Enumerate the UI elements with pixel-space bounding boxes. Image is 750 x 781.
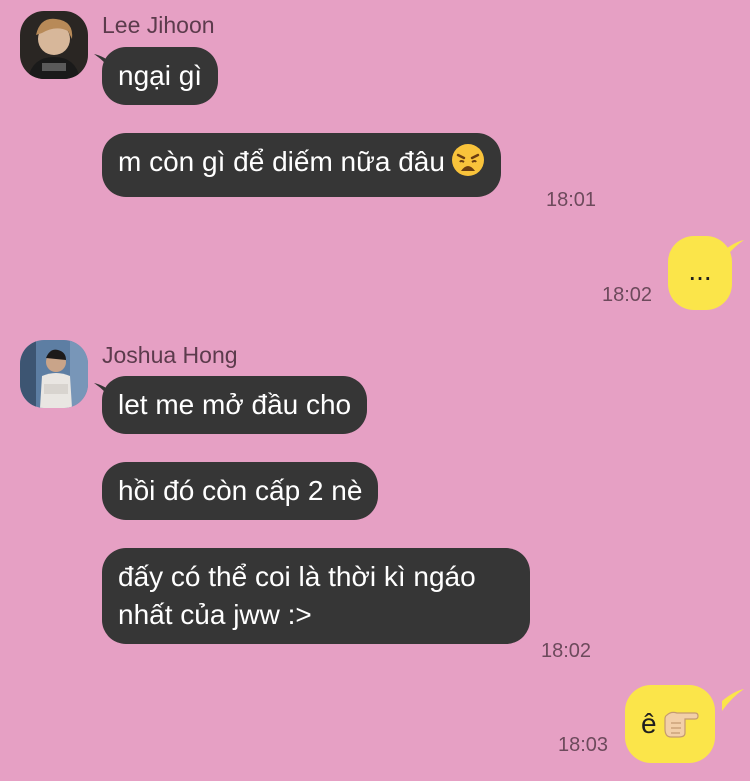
timestamp: 18:02 [602, 284, 653, 306]
avatar-image [20, 11, 88, 79]
bubble-tail-outgoing [722, 240, 744, 262]
message-text: ngại gì [118, 60, 203, 91]
pointing-hand-icon [663, 705, 699, 749]
message-text: let me mở đầu cho [118, 389, 352, 420]
bubble-tail [94, 383, 116, 405]
message-bubble[interactable]: let me mở đầu cho [102, 376, 368, 434]
message-text: m còn gì để diếm nữa đâu [118, 146, 445, 177]
message-bubble[interactable]: m còn gì để diếm nữa đâu [102, 133, 501, 197]
sender-name: Joshua Hong [102, 342, 238, 368]
avatar-joshua-hong[interactable] [20, 340, 88, 408]
message-bubble[interactable]: hồi đó còn cấp 2 nè [102, 462, 379, 520]
message-text: đấy có thể coi là thời kì ngáo nhất của … [118, 561, 476, 630]
message-text: ... [688, 255, 712, 286]
weary-face-icon [451, 143, 485, 187]
bubble-tail-outgoing [722, 689, 744, 711]
timestamp: 18:03 [558, 734, 609, 756]
message-text: ê [641, 708, 657, 739]
message-bubble-outgoing[interactable]: ê [625, 685, 715, 763]
bubble-tail [94, 54, 116, 76]
sender-name: Lee Jihoon [102, 12, 215, 38]
message-bubble[interactable]: đấy có thể coi là thời kì ngáo nhất của … [102, 548, 530, 644]
avatar-lee-jihoon[interactable] [20, 11, 88, 79]
message-text: hồi đó còn cấp 2 nè [118, 475, 363, 506]
timestamp: 18:02 [541, 640, 592, 662]
message-bubble[interactable]: ngại gì [102, 47, 219, 105]
timestamp: 18:01 [546, 189, 597, 211]
avatar-image [20, 340, 88, 408]
